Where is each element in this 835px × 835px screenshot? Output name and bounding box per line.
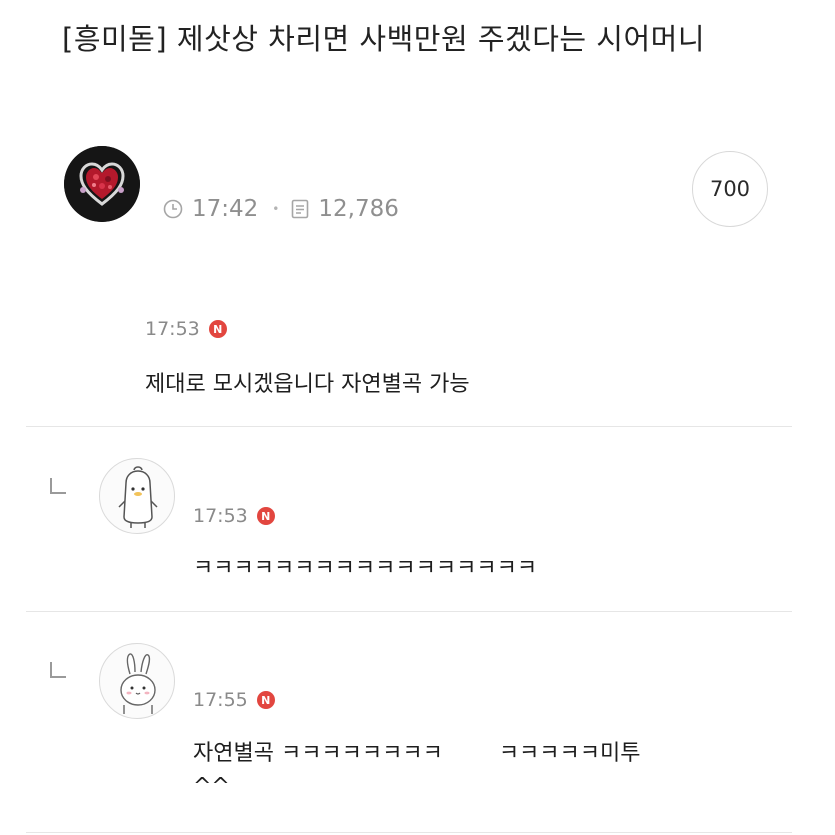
new-badge: N bbox=[256, 507, 275, 525]
comment-count-button[interactable]: 700 bbox=[692, 151, 768, 227]
comment-text: 제대로 모시겠읍니다 자연별곡 가능 bbox=[145, 372, 470, 397]
comment-text: 자연별곡 ㅋㅋㅋㅋㅋㅋㅋㅋ ㅋㅋㅋㅋㅋ미투 bbox=[193, 741, 641, 766]
document-icon bbox=[291, 199, 309, 219]
comment-text: ㅋㅋㅋㅋㅋㅋㅋㅋㅋㅋㅋㅋㅋㅋㅋㅋㅋ bbox=[193, 556, 538, 581]
comment-time: 17:53 bbox=[145, 318, 200, 340]
clock-icon bbox=[163, 199, 183, 219]
post-meta: 17:42 • 12,786 bbox=[163, 193, 399, 225]
comment-divider bbox=[26, 611, 792, 612]
comment-meta: 17:53 N bbox=[145, 318, 227, 340]
reply-arrow-icon bbox=[50, 478, 66, 494]
view-count: 12,786 bbox=[318, 196, 399, 222]
author-avatar[interactable] bbox=[64, 146, 140, 222]
comment-time: 17:53 bbox=[193, 505, 248, 527]
comment-text-continued: ^^ bbox=[193, 774, 230, 799]
new-badge: N bbox=[256, 691, 275, 709]
comment-meta: 17:55 N bbox=[193, 689, 275, 711]
heart-ornament-icon bbox=[64, 146, 140, 222]
meta-separator: • bbox=[272, 202, 280, 216]
avatar[interactable] bbox=[99, 643, 175, 719]
new-badge: N bbox=[208, 320, 227, 338]
reply-arrow-icon bbox=[50, 662, 66, 678]
comment-meta: 17:53 N bbox=[193, 505, 275, 527]
rabbit-character-icon bbox=[120, 653, 156, 714]
comment-divider bbox=[26, 426, 792, 427]
post-time: 17:42 bbox=[192, 196, 259, 222]
avatar[interactable] bbox=[99, 458, 175, 534]
comment-time: 17:55 bbox=[193, 689, 248, 711]
duck-character-icon bbox=[118, 466, 158, 528]
comment-divider bbox=[26, 832, 792, 833]
post-title: [흥미돋] 제삿상 차리면 사백만원 주겠다는 시어머니 bbox=[62, 22, 706, 56]
